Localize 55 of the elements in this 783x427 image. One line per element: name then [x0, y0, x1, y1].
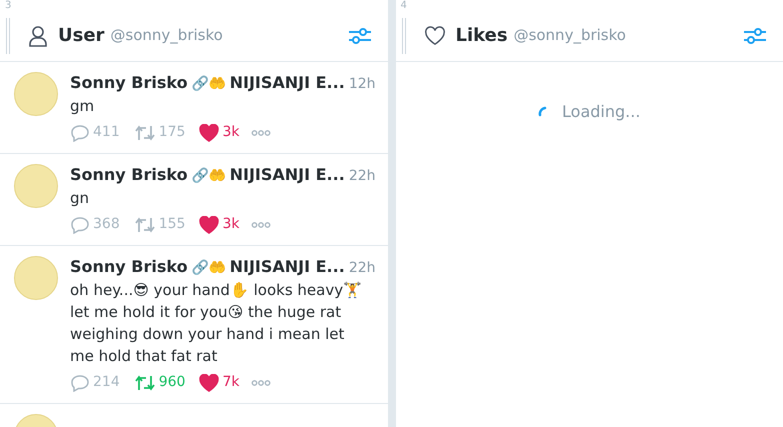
- retweet-button[interactable]: 155: [134, 214, 186, 235]
- more-button[interactable]: [251, 220, 272, 228]
- column-handle: @sonny_brisko: [514, 25, 626, 46]
- drag-handle[interactable]: [402, 18, 406, 54]
- speech-bubble-icon: [70, 124, 90, 142]
- more-button[interactable]: [251, 128, 272, 136]
- retweet-button[interactable]: 175: [134, 122, 186, 143]
- tweet-text: gn: [70, 188, 90, 209]
- column-handle: @sonny_brisko: [110, 25, 223, 46]
- reply-button[interactable]: 368: [70, 214, 120, 235]
- retweet-icon: [134, 374, 156, 392]
- heart-icon: [199, 216, 220, 234]
- tweet-text: oh hey...😎 your hand✋ looks heavy🏋 let me hold it for you😘 the huge rat weighing down your hand i mean let me hold that fat rat: [70, 280, 364, 367]
- avatar[interactable]: [14, 256, 58, 300]
- like-button[interactable]: 3k: [199, 122, 240, 143]
- avatar[interactable]: [14, 164, 58, 208]
- like-button[interactable]: 7k: [199, 372, 240, 393]
- avatar[interactable]: [14, 72, 58, 116]
- dots-icon: [251, 378, 272, 386]
- tweet-time[interactable]: 22h: [348, 258, 376, 279]
- tweet-text: gm: [70, 96, 96, 117]
- user-icon: [28, 24, 48, 46]
- retweet-button[interactable]: 960: [134, 372, 186, 393]
- column-title: User: [58, 24, 104, 48]
- like-button[interactable]: 3k: [199, 214, 240, 235]
- author-name[interactable]: Sonny Brisko: [70, 255, 188, 279]
- retweet-icon: [134, 124, 156, 142]
- tweet-time[interactable]: 12h: [348, 74, 376, 95]
- author-org: NIJISANJI E...: [230, 164, 345, 186]
- drag-handle[interactable]: [6, 18, 10, 54]
- name-emoji: 🔗🤲: [192, 74, 226, 94]
- loading-text: Loading...: [562, 101, 640, 123]
- dots-icon: [251, 128, 272, 136]
- column-number: 3: [5, 1, 12, 11]
- author-name[interactable]: Sonny Brisko: [70, 71, 188, 95]
- tweet-time[interactable]: 22h: [348, 166, 376, 187]
- author-org: NIJISANJI E...: [230, 256, 345, 278]
- speech-bubble-icon: [70, 374, 90, 392]
- name-emoji: 🔗🤲: [192, 258, 226, 278]
- author-org: NIJISANJI E...: [230, 72, 345, 94]
- dots-icon: [251, 220, 272, 228]
- heart-icon: [199, 124, 220, 142]
- column-title: Likes: [456, 24, 508, 48]
- reply-button[interactable]: 214: [70, 372, 120, 393]
- name-emoji: 🔗🤲: [192, 166, 226, 186]
- reply-button[interactable]: 411: [70, 122, 120, 143]
- speech-bubble-icon: [70, 216, 90, 234]
- filter-button[interactable]: [348, 26, 372, 46]
- more-button[interactable]: [251, 378, 272, 386]
- filter-button[interactable]: [743, 26, 767, 46]
- heart-icon: [424, 26, 446, 46]
- heart-icon: [199, 374, 220, 392]
- author-name[interactable]: Sonny Brisko: [70, 163, 188, 187]
- column-number: 4: [400, 1, 407, 11]
- retweet-icon: [134, 216, 156, 234]
